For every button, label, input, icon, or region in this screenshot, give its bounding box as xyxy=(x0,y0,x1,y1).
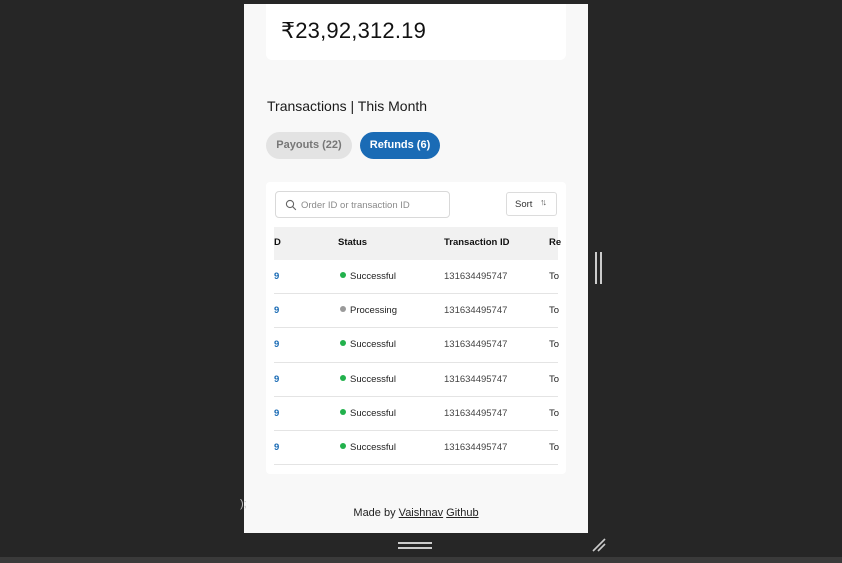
sort-arrows-icon: ↑↓ xyxy=(540,197,547,207)
section-title: Transactions | This Month xyxy=(267,98,428,114)
reference-cell: To xyxy=(549,339,560,351)
order-id-link[interactable]: 9 xyxy=(274,339,279,350)
balance-amount: ₹23,92,312.19 xyxy=(281,18,427,43)
reference-cell: To xyxy=(549,373,560,385)
reference-cell: To xyxy=(549,407,560,419)
column-header-status[interactable]: Status xyxy=(338,237,367,248)
status-cell: Successful xyxy=(340,374,396,385)
status-text: Successful xyxy=(350,271,396,282)
balance-card: ₹23,92,312.19 xyxy=(266,4,566,60)
stray-code-text: ); xyxy=(240,498,247,510)
table-header: D Status Transaction ID Re xyxy=(274,227,561,260)
search-input[interactable] xyxy=(301,196,447,214)
column-header-transaction-id[interactable]: Transaction ID xyxy=(444,237,509,248)
footer: Made by Vaishnav Github xyxy=(244,507,588,519)
column-header-reference[interactable]: Re xyxy=(549,237,561,248)
footer-prefix: Made by xyxy=(353,507,396,519)
table-row[interactable]: 9 Successful 131634495747 To xyxy=(274,363,560,397)
table-body: 9 Successful 131634495747 To 9 Processin… xyxy=(274,260,560,466)
status-dot-icon xyxy=(340,374,346,381)
status-dot-icon xyxy=(340,340,346,347)
status-text: Successful xyxy=(350,441,396,453)
bottom-scrollbar[interactable] xyxy=(0,557,842,563)
mobile-viewport: ₹23,92,312.19 Transactions | This Month … xyxy=(244,4,588,533)
status-cell: Successful xyxy=(340,271,396,282)
status-dot-icon xyxy=(340,442,346,449)
transaction-id: 131634495747 xyxy=(444,305,508,317)
resize-handle-horizontal[interactable] xyxy=(398,542,432,550)
table-row[interactable]: 9 Successful 131634495747 To xyxy=(274,328,560,363)
sort-button[interactable]: Sort ↑↓ xyxy=(506,192,557,216)
github-link[interactable]: Github xyxy=(446,507,478,519)
search-icon xyxy=(285,199,297,211)
status-dot-icon xyxy=(340,408,346,415)
status-dot-icon xyxy=(340,272,346,278)
status-text: Successful xyxy=(350,373,396,385)
tab-refunds[interactable]: Refunds (6) xyxy=(360,132,440,159)
resize-handle-vertical[interactable] xyxy=(595,252,603,284)
table-row[interactable]: 9 Successful 131634495747 To xyxy=(274,397,560,431)
status-cell: Successful xyxy=(340,339,396,350)
transaction-id: 131634495747 xyxy=(444,407,508,419)
order-id-link[interactable]: 9 xyxy=(274,271,279,282)
status-cell: Processing xyxy=(340,305,397,316)
status-text: Successful xyxy=(350,407,396,419)
transactions-table-card: Sort ↑↓ D Status Transaction ID Re 9 Suc… xyxy=(266,182,566,474)
order-id-link[interactable]: 9 xyxy=(274,305,279,316)
status-dot-icon xyxy=(340,306,346,313)
status-cell: Successful xyxy=(340,442,396,453)
order-id-link[interactable]: 9 xyxy=(274,442,279,453)
column-header-id[interactable]: D xyxy=(274,237,281,248)
tab-payouts[interactable]: Payouts (22) xyxy=(266,132,352,159)
status-cell: Successful xyxy=(340,408,396,419)
transaction-id: 131634495747 xyxy=(444,339,508,351)
status-text: Processing xyxy=(350,305,397,317)
author-link[interactable]: Vaishnav xyxy=(399,507,443,519)
transaction-id: 131634495747 xyxy=(444,271,508,282)
table-row[interactable]: 9 Processing 131634495747 To xyxy=(274,294,560,329)
transaction-id: 131634495747 xyxy=(444,373,508,385)
order-id-link[interactable]: 9 xyxy=(274,408,279,419)
table-row[interactable]: 9 Successful 131634495747 To xyxy=(274,431,560,466)
resize-corner-icon[interactable] xyxy=(590,536,608,554)
order-id-link[interactable]: 9 xyxy=(274,374,279,385)
table-row[interactable]: 9 Successful 131634495747 To xyxy=(274,260,560,295)
status-text: Successful xyxy=(350,339,396,351)
reference-cell: To xyxy=(549,305,560,317)
sort-label: Sort xyxy=(515,199,533,210)
search-box xyxy=(275,191,450,218)
reference-cell: To xyxy=(549,271,560,282)
transaction-id: 131634495747 xyxy=(444,441,508,453)
reference-cell: To xyxy=(549,441,560,453)
